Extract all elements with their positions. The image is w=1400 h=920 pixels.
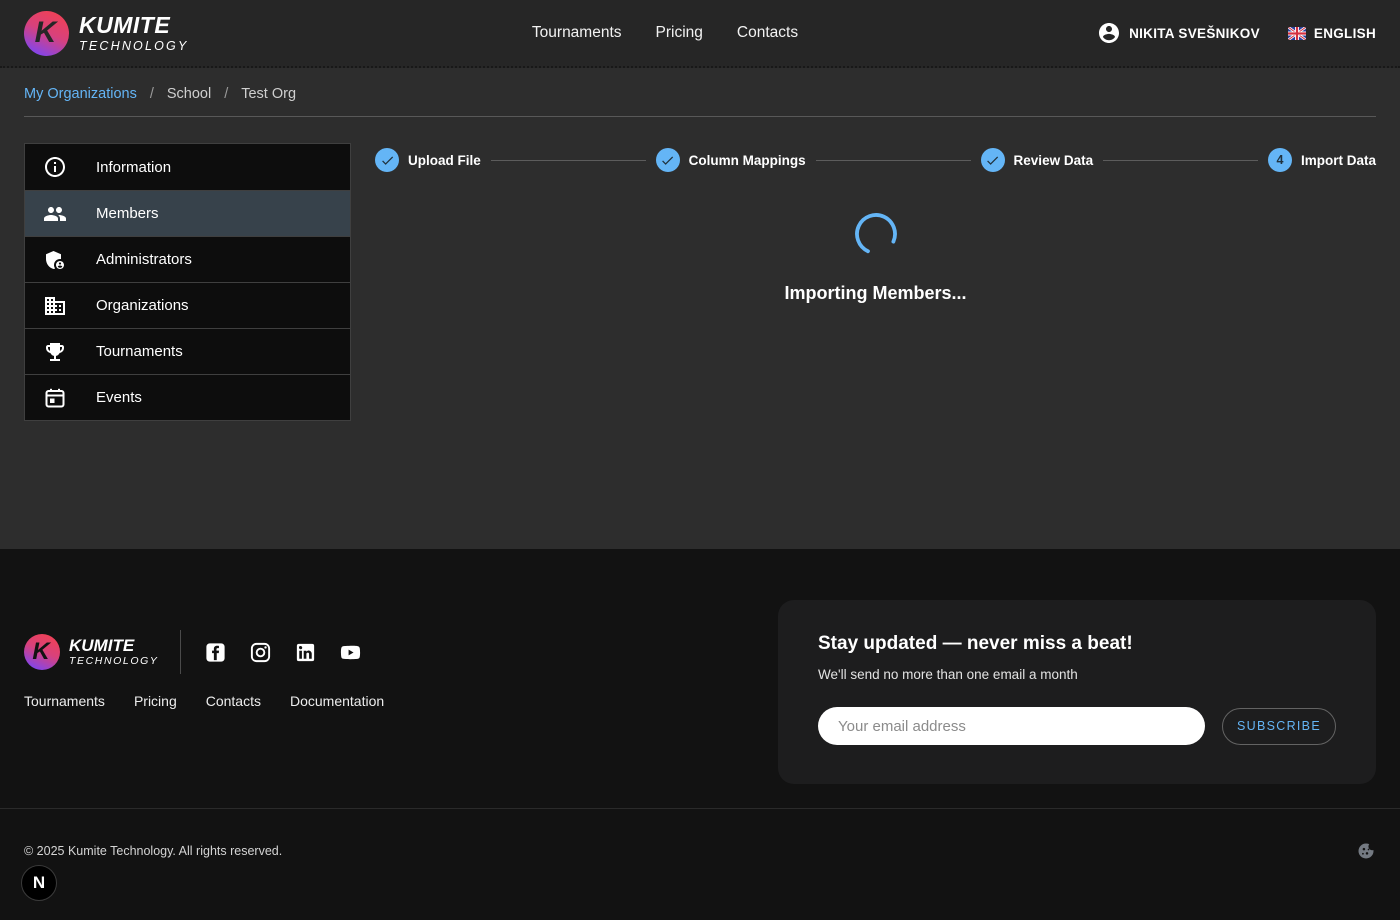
kumite-logo-icon: K: [24, 634, 60, 670]
nextjs-icon: N: [33, 873, 45, 893]
check-icon: [375, 148, 399, 172]
step-label: Review Data: [1014, 153, 1094, 168]
breadcrumb-separator: /: [150, 86, 154, 102]
sidebar-item-members[interactable]: Members: [25, 190, 350, 236]
footer-bottom: © 2025 Kumite Technology. All rights res…: [0, 809, 1400, 861]
nextjs-dev-badge[interactable]: N: [21, 865, 57, 901]
nav-link-contacts[interactable]: Contacts: [737, 24, 798, 42]
footer-brand-title: KUMITE: [69, 637, 159, 654]
footer-top: K KUMITE TECHNOLOGY: [0, 549, 1400, 784]
footer-links: Tournaments Pricing Contacts Documentati…: [24, 693, 384, 709]
info-icon: [43, 155, 67, 179]
brand-title: KUMITE: [79, 14, 189, 37]
sidebar-item-label: Administrators: [96, 251, 192, 268]
page-footer: K KUMITE TECHNOLOGY: [0, 549, 1400, 920]
calendar-icon: [43, 386, 67, 410]
copyright-text: © 2025 Kumite Technology. All rights res…: [24, 844, 282, 858]
email-input[interactable]: [818, 707, 1205, 745]
user-name: NIKITA SVEŠNIKOV: [1129, 26, 1260, 41]
facebook-icon[interactable]: [204, 641, 227, 664]
youtube-icon[interactable]: [339, 641, 362, 664]
footer-left: K KUMITE TECHNOLOGY: [24, 630, 384, 784]
newsletter-subtitle: We'll send no more than one email a mont…: [818, 667, 1336, 682]
footer-brand-logo-link[interactable]: K KUMITE TECHNOLOGY: [24, 634, 159, 670]
user-avatar-icon: [1097, 21, 1121, 45]
footer-brand-text: KUMITE TECHNOLOGY: [69, 637, 159, 667]
spinner-icon: [854, 212, 898, 256]
brand-text: KUMITE TECHNOLOGY: [79, 14, 189, 53]
instagram-icon[interactable]: [249, 641, 272, 664]
main-area: Information Members Administrators Organ…: [0, 117, 1400, 421]
stepper-connector: [816, 160, 971, 161]
newsletter-card: Stay updated — never miss a beat! We'll …: [778, 600, 1376, 784]
footer-link-documentation[interactable]: Documentation: [290, 693, 384, 709]
sidebar-item-organizations[interactable]: Organizations: [25, 282, 350, 328]
brand-logo-link[interactable]: K KUMITE TECHNOLOGY: [24, 11, 189, 56]
stepper-connector: [1103, 160, 1258, 161]
breadcrumb-separator: /: [224, 86, 228, 102]
trophy-icon: [43, 340, 67, 364]
members-icon: [43, 202, 67, 226]
loading-text: Importing Members...: [784, 283, 966, 304]
sidebar-item-label: Information: [96, 159, 171, 176]
cookie-settings-icon[interactable]: [1356, 841, 1376, 861]
check-icon: [981, 148, 1005, 172]
step-import-data: 4 Import Data: [1268, 148, 1376, 172]
language-label: ENGLISH: [1314, 26, 1376, 41]
step-label: Import Data: [1301, 153, 1376, 168]
nav-link-tournaments[interactable]: Tournaments: [532, 24, 622, 42]
step-upload-file: Upload File: [375, 148, 481, 172]
breadcrumb-my-organizations[interactable]: My Organizations: [24, 86, 137, 102]
brand-subtitle: TECHNOLOGY: [79, 40, 189, 53]
sidebar-item-label: Organizations: [96, 297, 189, 314]
step-review-data: Review Data: [981, 148, 1094, 172]
navbar-right: NIKITA SVEŠNIKOV ENGLISH: [1097, 21, 1376, 45]
uk-flag-icon: [1288, 27, 1306, 40]
breadcrumb-test-org: Test Org: [241, 86, 296, 102]
breadcrumb-school[interactable]: School: [167, 86, 211, 102]
logo-monogram: K: [35, 16, 57, 50]
logo-monogram: K: [32, 638, 49, 666]
import-progress: Importing Members...: [375, 212, 1376, 304]
breadcrumb: My Organizations / School / Test Org: [0, 68, 1400, 116]
stepper-connector: [491, 160, 646, 161]
import-wizard: Upload File Column Mappings Review Data …: [375, 143, 1376, 421]
step-number-badge: 4: [1268, 148, 1292, 172]
language-selector[interactable]: ENGLISH: [1288, 26, 1376, 41]
newsletter-title: Stay updated — never miss a beat!: [818, 633, 1336, 655]
linkedin-icon[interactable]: [294, 641, 317, 664]
footer-link-contacts[interactable]: Contacts: [206, 693, 261, 709]
step-label: Upload File: [408, 153, 481, 168]
step-label: Column Mappings: [689, 153, 806, 168]
footer-vertical-divider: [180, 630, 181, 674]
sidebar-item-label: Members: [96, 205, 159, 222]
sidebar-item-events[interactable]: Events: [25, 374, 350, 420]
footer-link-tournaments[interactable]: Tournaments: [24, 693, 105, 709]
nav-link-pricing[interactable]: Pricing: [656, 24, 703, 42]
social-links: [204, 641, 362, 664]
check-icon: [656, 148, 680, 172]
org-sidebar: Information Members Administrators Organ…: [24, 143, 351, 421]
import-stepper: Upload File Column Mappings Review Data …: [375, 148, 1376, 172]
admin-icon: [43, 248, 67, 272]
step-column-mappings: Column Mappings: [656, 148, 806, 172]
sidebar-item-information[interactable]: Information: [25, 144, 350, 190]
sidebar-item-tournaments[interactable]: Tournaments: [25, 328, 350, 374]
footer-brand-subtitle: TECHNOLOGY: [69, 656, 159, 667]
top-nav: Tournaments Pricing Contacts: [532, 24, 798, 42]
subscribe-button[interactable]: SUBSCRIBE: [1222, 708, 1336, 745]
sidebar-item-administrators[interactable]: Administrators: [25, 236, 350, 282]
footer-link-pricing[interactable]: Pricing: [134, 693, 177, 709]
kumite-logo-icon: K: [24, 11, 69, 56]
sidebar-item-label: Tournaments: [96, 343, 183, 360]
top-navbar: K KUMITE TECHNOLOGY Tournaments Pricing …: [0, 0, 1400, 68]
building-icon: [43, 294, 67, 318]
sidebar-item-label: Events: [96, 389, 142, 406]
user-menu[interactable]: NIKITA SVEŠNIKOV: [1097, 21, 1260, 45]
